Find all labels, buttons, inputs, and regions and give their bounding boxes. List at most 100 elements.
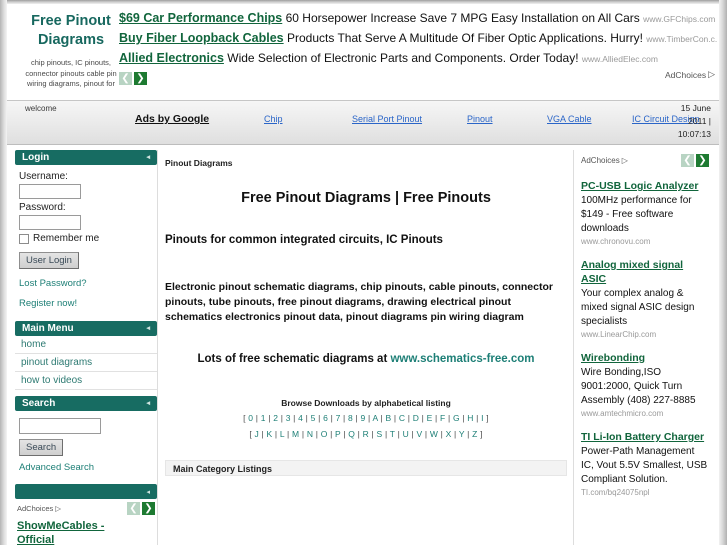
register-now-link[interactable]: Register now!	[19, 298, 155, 309]
search-input[interactable]	[19, 418, 101, 434]
adchoices-sidebar[interactable]: AdChoices ▷	[17, 504, 61, 513]
alpha-link-V[interactable]: V	[416, 429, 422, 439]
remember-me-row[interactable]: Remember me	[19, 233, 155, 244]
right-ad-desc: Your complex analog & mixed signal ASIC …	[581, 288, 695, 327]
collapse-caret-icon[interactable]: ◂	[146, 396, 150, 411]
nav-link-serial-port-pinout[interactable]: Serial Port Pinout	[352, 114, 422, 124]
brand-line-2: Diagrams	[37, 32, 105, 48]
sidebar-ad-title-line-2: Official	[17, 534, 55, 545]
alpha-link-S[interactable]: S	[377, 429, 383, 439]
advanced-search-link[interactable]: Advanced Search	[19, 462, 155, 473]
prev-arrow-icon[interactable]: ❮	[127, 502, 140, 515]
alpha-link-F[interactable]: F	[440, 413, 445, 423]
breadcrumb: Pinout Diagrams	[165, 158, 233, 168]
alpha-link-K[interactable]: K	[266, 429, 272, 439]
alpha-link-3[interactable]: 3	[286, 413, 291, 423]
right-ad-title[interactable]: TI Li-Ion Battery Charger	[581, 430, 709, 444]
username-input[interactable]	[19, 184, 81, 199]
prev-arrow-icon[interactable]: ❮	[119, 72, 132, 85]
alpha-link-R[interactable]: R	[363, 429, 369, 439]
alpha-link-6[interactable]: 6	[323, 413, 328, 423]
sidebar-ad-title[interactable]: ShowMeCables - Official	[17, 519, 157, 545]
alpha-link-I[interactable]: I	[481, 413, 484, 423]
login-module-body: Username: Password: Remember me User Log…	[15, 165, 157, 315]
alpha-link-G[interactable]: G	[453, 413, 460, 423]
alpha-link-Y[interactable]: Y	[459, 429, 465, 439]
alpha-link-W[interactable]: W	[430, 429, 438, 439]
alpha-link-4[interactable]: 4	[298, 413, 303, 423]
adchoices-right[interactable]: AdChoices ▷	[581, 156, 628, 165]
main-menu-module-header: Main Menu ◂	[15, 321, 157, 336]
lost-password-link[interactable]: Lost Password?	[19, 278, 155, 289]
header-ad-desc: Wide Selection of Electronic Parts and C…	[227, 51, 579, 65]
adchoices-label: AdChoices	[17, 504, 54, 513]
collapse-caret-icon[interactable]: ◂	[146, 321, 150, 336]
right-ad-title[interactable]: PC-USB Logic Analyzer	[581, 179, 709, 193]
header-banner: Free Pinout Diagrams chip pinouts, IC pi…	[7, 4, 719, 100]
next-arrow-icon[interactable]: ❯	[134, 72, 147, 85]
alpha-link-T[interactable]: T	[390, 429, 395, 439]
right-ad-url: www.LinearChip.com	[581, 330, 657, 339]
alpha-link-P[interactable]: P	[335, 429, 341, 439]
header-ad-desc: Products That Serve A Multitude Of Fiber…	[286, 31, 643, 45]
alpha-link-B[interactable]: B	[385, 413, 391, 423]
next-arrow-icon[interactable]: ❯	[142, 502, 155, 515]
alpha-link-N[interactable]: N	[307, 429, 313, 439]
welcome-label: welcome	[25, 104, 57, 113]
alpha-link-E[interactable]: E	[427, 413, 433, 423]
schematics-free-link[interactable]: www.schematics-free.com	[390, 353, 534, 365]
alpha-link-X[interactable]: X	[446, 429, 452, 439]
brand-line-1: Free Pinout	[31, 13, 111, 29]
next-arrow-icon[interactable]: ❯	[696, 154, 709, 167]
main-column: Pinout Diagrams Free Pinout Diagrams | F…	[159, 150, 574, 545]
user-login-button[interactable]: User Login	[19, 252, 79, 269]
alpha-link-0[interactable]: 0	[248, 413, 253, 423]
header-ad-link[interactable]: $69 Car Performance Chips	[119, 11, 282, 25]
search-button[interactable]: Search	[19, 439, 64, 456]
collapse-caret-icon[interactable]: ◂	[146, 150, 150, 165]
sidebar-ad-title-line-1: ShowMeCables -	[17, 520, 105, 532]
collapse-caret-icon[interactable]: ◂	[146, 488, 150, 496]
adchoices-header[interactable]: AdChoices ▷	[665, 69, 715, 80]
alpha-link-D[interactable]: D	[413, 413, 419, 423]
alpha-link-7[interactable]: 7	[336, 413, 341, 423]
prev-arrow-icon[interactable]: ❮	[681, 154, 694, 167]
header-ad-desc: 60 Horsepower Increase Save 7 MPG Easy I…	[285, 11, 640, 25]
alpha-link-Q[interactable]: Q	[348, 429, 355, 439]
alpha-link-U[interactable]: U	[403, 429, 409, 439]
right-ad-url: www.amtechmicro.com	[581, 409, 664, 418]
alpha-link-8[interactable]: 8	[348, 413, 353, 423]
alpha-link-5[interactable]: 5	[311, 413, 316, 423]
sidebar-item-pinout-diagrams[interactable]: pinout diagrams	[15, 354, 157, 372]
header-ad-link[interactable]: Allied Electronics	[119, 51, 224, 65]
alpha-row-2-content[interactable]: [ J | K | L | M | N | O | P | Q | R | S …	[249, 429, 482, 439]
adchoices-triangle-icon: ▷	[621, 156, 628, 165]
sidebar-item-home[interactable]: home	[15, 336, 157, 354]
password-input[interactable]	[19, 215, 81, 230]
right-ad-title[interactable]: Analog mixed signal ASIC	[581, 258, 709, 286]
page-subtitle: Pinouts for common integrated circuits, …	[165, 234, 443, 246]
alpha-link-J[interactable]: J	[254, 429, 258, 439]
nav-link-chip[interactable]: Chip	[264, 114, 283, 124]
alpha-link-H[interactable]: H	[467, 413, 473, 423]
header-ad-link[interactable]: Buy Fiber Loopback Cables	[119, 31, 284, 45]
alpha-link-2[interactable]: 2	[273, 413, 278, 423]
ads-by-google-label[interactable]: Ads by Google	[135, 113, 209, 125]
nav-link-pinout[interactable]: Pinout	[467, 114, 493, 124]
alpha-link-C[interactable]: C	[399, 413, 405, 423]
right-ad-title[interactable]: Wirebonding	[581, 351, 709, 365]
alpha-link-Z[interactable]: Z	[472, 429, 477, 439]
nav-link-vga-cable[interactable]: VGA Cable	[547, 114, 592, 124]
alpha-link-1[interactable]: 1	[261, 413, 266, 423]
alpha-row-1-content[interactable]: [ 0 | 1 | 2 | 3 | 4 | 5 | 6 | 7 | 8 | 9 …	[243, 413, 489, 423]
right-ad-desc: Wire Bonding,ISO 9001:2000, Quick Turn A…	[581, 367, 696, 406]
adchoices-triangle-icon: ▷	[708, 69, 715, 79]
alpha-link-M[interactable]: M	[292, 429, 299, 439]
alpha-link-L[interactable]: L	[280, 429, 285, 439]
alpha-link-A[interactable]: A	[373, 413, 378, 423]
remember-me-checkbox[interactable]	[19, 233, 29, 244]
sidebar-item-how-to-videos[interactable]: how to videos	[15, 372, 157, 390]
right-ad-url: TI.com/bq24075npl	[581, 488, 650, 497]
alpha-link-O[interactable]: O	[321, 429, 328, 439]
alpha-link-9[interactable]: 9	[361, 413, 366, 423]
